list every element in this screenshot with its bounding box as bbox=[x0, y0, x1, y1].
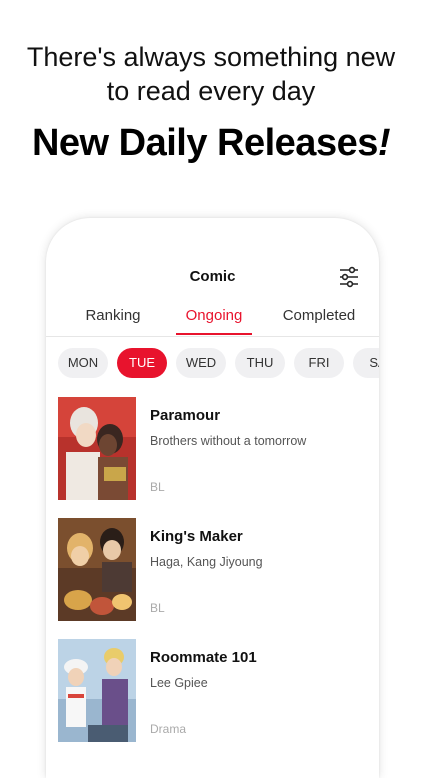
day-tue[interactable]: TUE bbox=[117, 348, 167, 378]
sliders-icon bbox=[340, 266, 358, 288]
day-mon[interactable]: MON bbox=[58, 348, 108, 378]
comic-subtitle: Haga, Kang Jiyoung bbox=[150, 555, 263, 569]
tagline-line-2: to read every day bbox=[106, 76, 316, 106]
day-thu[interactable]: THU bbox=[235, 348, 285, 378]
promo-tagline: There's always something new to read eve… bbox=[0, 40, 422, 108]
comic-genre: Drama bbox=[150, 722, 187, 736]
list-item[interactable]: Roommate 101 Lee Gpiee Drama bbox=[46, 636, 379, 746]
comic-title: Paramour bbox=[150, 407, 221, 424]
comic-title: King's Maker bbox=[150, 528, 243, 545]
comic-subtitle: Brothers without a tomorrow bbox=[150, 434, 307, 448]
comic-title: Roommate 101 bbox=[150, 649, 257, 666]
day-selector: MON TUE WED THU FRI SA bbox=[46, 348, 379, 382]
headline-exclamation: ! bbox=[377, 122, 391, 164]
filter-button[interactable] bbox=[338, 266, 360, 288]
day-fri[interactable]: FRI bbox=[294, 348, 344, 378]
tab-ranking[interactable]: Ranking bbox=[70, 306, 156, 335]
page-title: Comic bbox=[189, 268, 236, 285]
day-sat[interactable]: SA bbox=[353, 348, 379, 378]
tab-ongoing[interactable]: Ongoing bbox=[176, 306, 252, 335]
tab-bar: Ranking Ongoing Completed bbox=[46, 306, 379, 337]
comic-subtitle: Lee Gpiee bbox=[150, 676, 208, 690]
comic-genre: BL bbox=[150, 601, 165, 615]
tagline-line-1: There's always something new bbox=[26, 42, 396, 72]
promo-headline: New Daily Releases! bbox=[0, 122, 422, 165]
list-item[interactable]: King's Maker Haga, Kang Jiyoung BL bbox=[46, 515, 379, 625]
comic-cover bbox=[58, 518, 136, 621]
phone-screen: Comic Ranking Ongoing Completed MON TUE … bbox=[46, 218, 379, 778]
tab-completed[interactable]: Completed bbox=[274, 306, 364, 335]
comic-cover bbox=[58, 397, 136, 500]
list-item[interactable]: Paramour Brothers without a tomorrow BL bbox=[46, 394, 379, 504]
comic-cover bbox=[58, 639, 136, 742]
headline-text: New Daily Releases bbox=[31, 122, 378, 164]
comic-genre: BL bbox=[150, 480, 165, 494]
day-wed[interactable]: WED bbox=[176, 348, 226, 378]
